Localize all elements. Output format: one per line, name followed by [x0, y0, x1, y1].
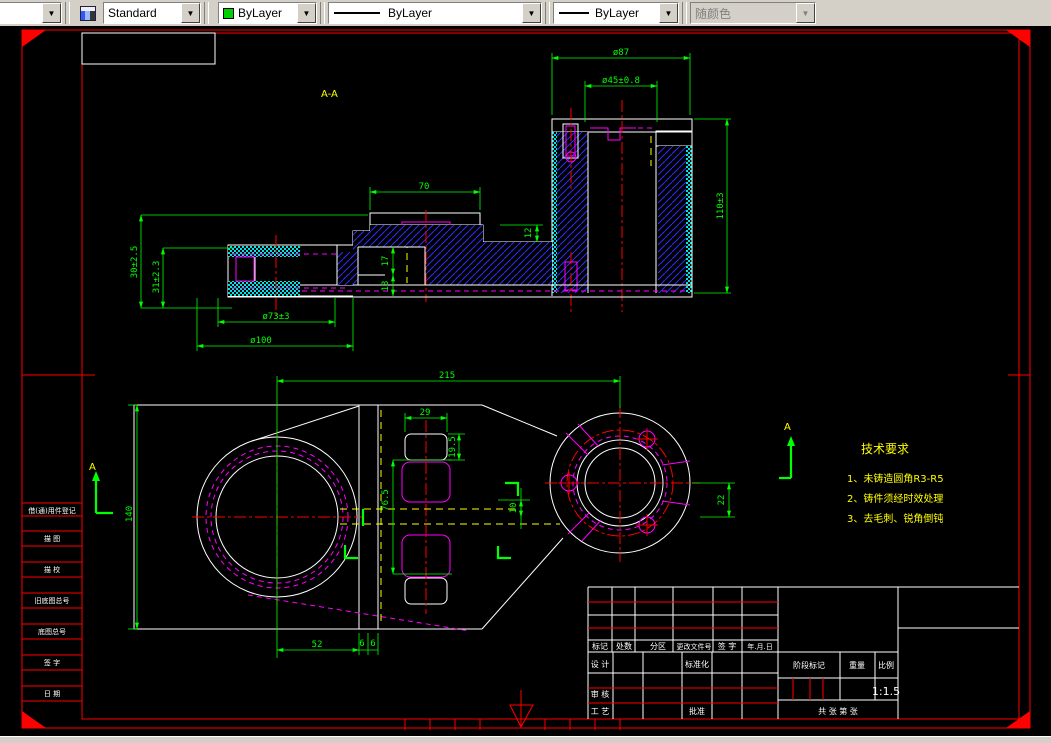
linetype-combo[interactable]: ByLayer ▼ [328, 2, 542, 24]
side-label-column: 借(通)用件登记 描 图 描 校 旧底图总号 底图总号 签 字 日 期 [22, 502, 82, 702]
dim-140: 140 [125, 506, 135, 522]
dim-19-5: 19.5 [448, 436, 458, 458]
section-arrow-right: A [779, 422, 795, 480]
tb-standardization: 标准化 [685, 659, 709, 669]
color-swatch-icon [223, 7, 234, 19]
dim-52: 52 [312, 640, 323, 650]
text-style-button[interactable] [75, 1, 101, 25]
lineweight-combo[interactable]: ByLayer ▼ [553, 2, 679, 24]
dim-87: ø87 [613, 48, 629, 58]
side-label-old-base-no: 旧底图总号 [35, 596, 70, 605]
dim-13: 13 [381, 281, 391, 292]
toolbar-separator [204, 2, 209, 24]
small-boss [545, 406, 700, 562]
section-dimensions: ø87 ø45±0.8 70 12 110±3 30±2.5 31±2.3 17… [130, 48, 731, 351]
dim-30: 30±2.5 [130, 246, 140, 279]
dim-17: 17 [381, 256, 391, 267]
tb-process: 工 艺 [591, 707, 610, 716]
side-label-base-no: 底图总号 [38, 627, 66, 636]
lineweight-combo-value: ByLayer [595, 6, 640, 20]
chevron-down-icon[interactable]: ▼ [42, 3, 61, 23]
tb-header-count: 处数 [616, 641, 632, 651]
tb-sheets: 共 张 第 张 [818, 706, 858, 716]
chevron-down-icon: ▼ [796, 3, 815, 23]
tb-stage-mark: 阶段标记 [793, 660, 825, 670]
corner-mark-bottom-left [22, 711, 46, 728]
chevron-down-icon[interactable]: ▼ [297, 3, 316, 23]
technical-requirements: 技术要求 1、未铸造圆角R3-R5 2、铸件须经时效处理 3、去毛刺、锐角倒钝 [847, 442, 944, 525]
section-view-title: A-A [321, 89, 338, 100]
corner-mark-top-left [22, 30, 46, 47]
cad-application-window: { "toolbar": { "style_combo": "Standard"… [0, 0, 1051, 743]
dim-12: 12 [524, 228, 534, 239]
large-bore [192, 430, 364, 606]
tb-header-sign: 签 字 [718, 641, 737, 651]
side-label-trace-check: 描 校 [44, 565, 60, 574]
tech-req-item: 1、未铸造圆角R3-R5 [847, 472, 944, 485]
color-combo[interactable]: ByLayer ▼ [218, 2, 317, 24]
title-strip-box [81, 32, 216, 65]
tech-req-title: 技术要求 [861, 442, 909, 456]
dim-73: ø73±3 [262, 312, 289, 322]
style-icon [80, 5, 96, 21]
chevron-down-icon[interactable]: ▼ [659, 3, 678, 23]
plotstyle-combo-value: 随颜色 [695, 6, 732, 21]
linetype-combo-value: ByLayer [388, 6, 433, 20]
title-block: 标记 处数 分区 更改文件号 签 字 年.月.日 设 计 标准化 审 核 工 艺… [587, 586, 1019, 719]
dim-31: 31±2.3 [152, 261, 162, 294]
chevron-down-icon[interactable]: ▼ [181, 3, 200, 23]
tech-req-item: 2、铸件须经时效处理 [847, 492, 943, 505]
dim-45: ø45±0.8 [602, 76, 640, 86]
tb-scale-label: 比例 [878, 660, 894, 670]
svg-text:A: A [784, 422, 791, 433]
toolbar-separator [545, 2, 550, 24]
linetype-sample-icon [334, 12, 380, 14]
dim-29: 29 [420, 408, 431, 418]
dim-6b: 6 [370, 639, 375, 649]
toolbar-separator [65, 2, 70, 24]
tech-req-item: 3、去毛刺、锐角倒钝 [847, 512, 943, 525]
side-label-sign: 签 字 [44, 658, 60, 667]
style-combo[interactable]: Standard ▼ [103, 2, 201, 24]
dim-110: 110±3 [716, 192, 726, 219]
tb-weight: 重量 [849, 660, 865, 670]
chevron-down-icon[interactable]: ▼ [522, 3, 541, 23]
dim-10: 10 [509, 503, 519, 514]
tb-header-zone: 分区 [650, 642, 666, 651]
tb-header-mark: 标记 [592, 641, 608, 651]
tb-approve: 批准 [689, 706, 705, 716]
dim-70: 70 [419, 182, 430, 192]
tb-scale-value: 1:1.5 [872, 685, 900, 698]
dim-22: 22 [717, 495, 727, 506]
tb-header-docno: 更改文件号 [677, 642, 712, 651]
color-combo-value: ByLayer [238, 6, 283, 20]
dim-6a: 6 [359, 639, 364, 649]
toolbar-separator [682, 2, 687, 24]
side-label-trace: 描 图 [44, 534, 60, 543]
dim-100: ø100 [250, 336, 272, 346]
drawing-canvas[interactable]: A-A ø87 ø45±0.8 70 12 110±3 30±2.5 31±2.… [0, 26, 1051, 736]
lineweight-sample-icon [559, 12, 589, 14]
side-label-borrow: 借(通)用件登记 [28, 506, 75, 515]
svg-text:A: A [89, 462, 96, 473]
plotstyle-combo: 随颜色 ▼ [690, 2, 816, 24]
tb-header-date: 年.月.日 [747, 642, 772, 651]
top-toolbar: ▼ Standard ▼ ByLayer ▼ ByLayer ▼ ByLayer… [0, 0, 1051, 27]
tb-audit: 审 核 [591, 689, 610, 699]
paper-border [21, 29, 1031, 730]
style-combo-value: Standard [108, 6, 157, 20]
side-label-date: 日 期 [44, 690, 60, 698]
tb-design: 设 计 [591, 659, 610, 669]
dim-76-5: 76.5 [381, 489, 391, 511]
slots [401, 420, 451, 614]
layer-combo[interactable]: ▼ [0, 2, 62, 24]
toolbar-separator [320, 2, 325, 24]
section-arrow-left: A [89, 462, 113, 515]
section-view: A-A ø87 ø45±0.8 70 12 110±3 30±2.5 31±2.… [130, 48, 731, 351]
dim-215: 215 [439, 371, 455, 381]
